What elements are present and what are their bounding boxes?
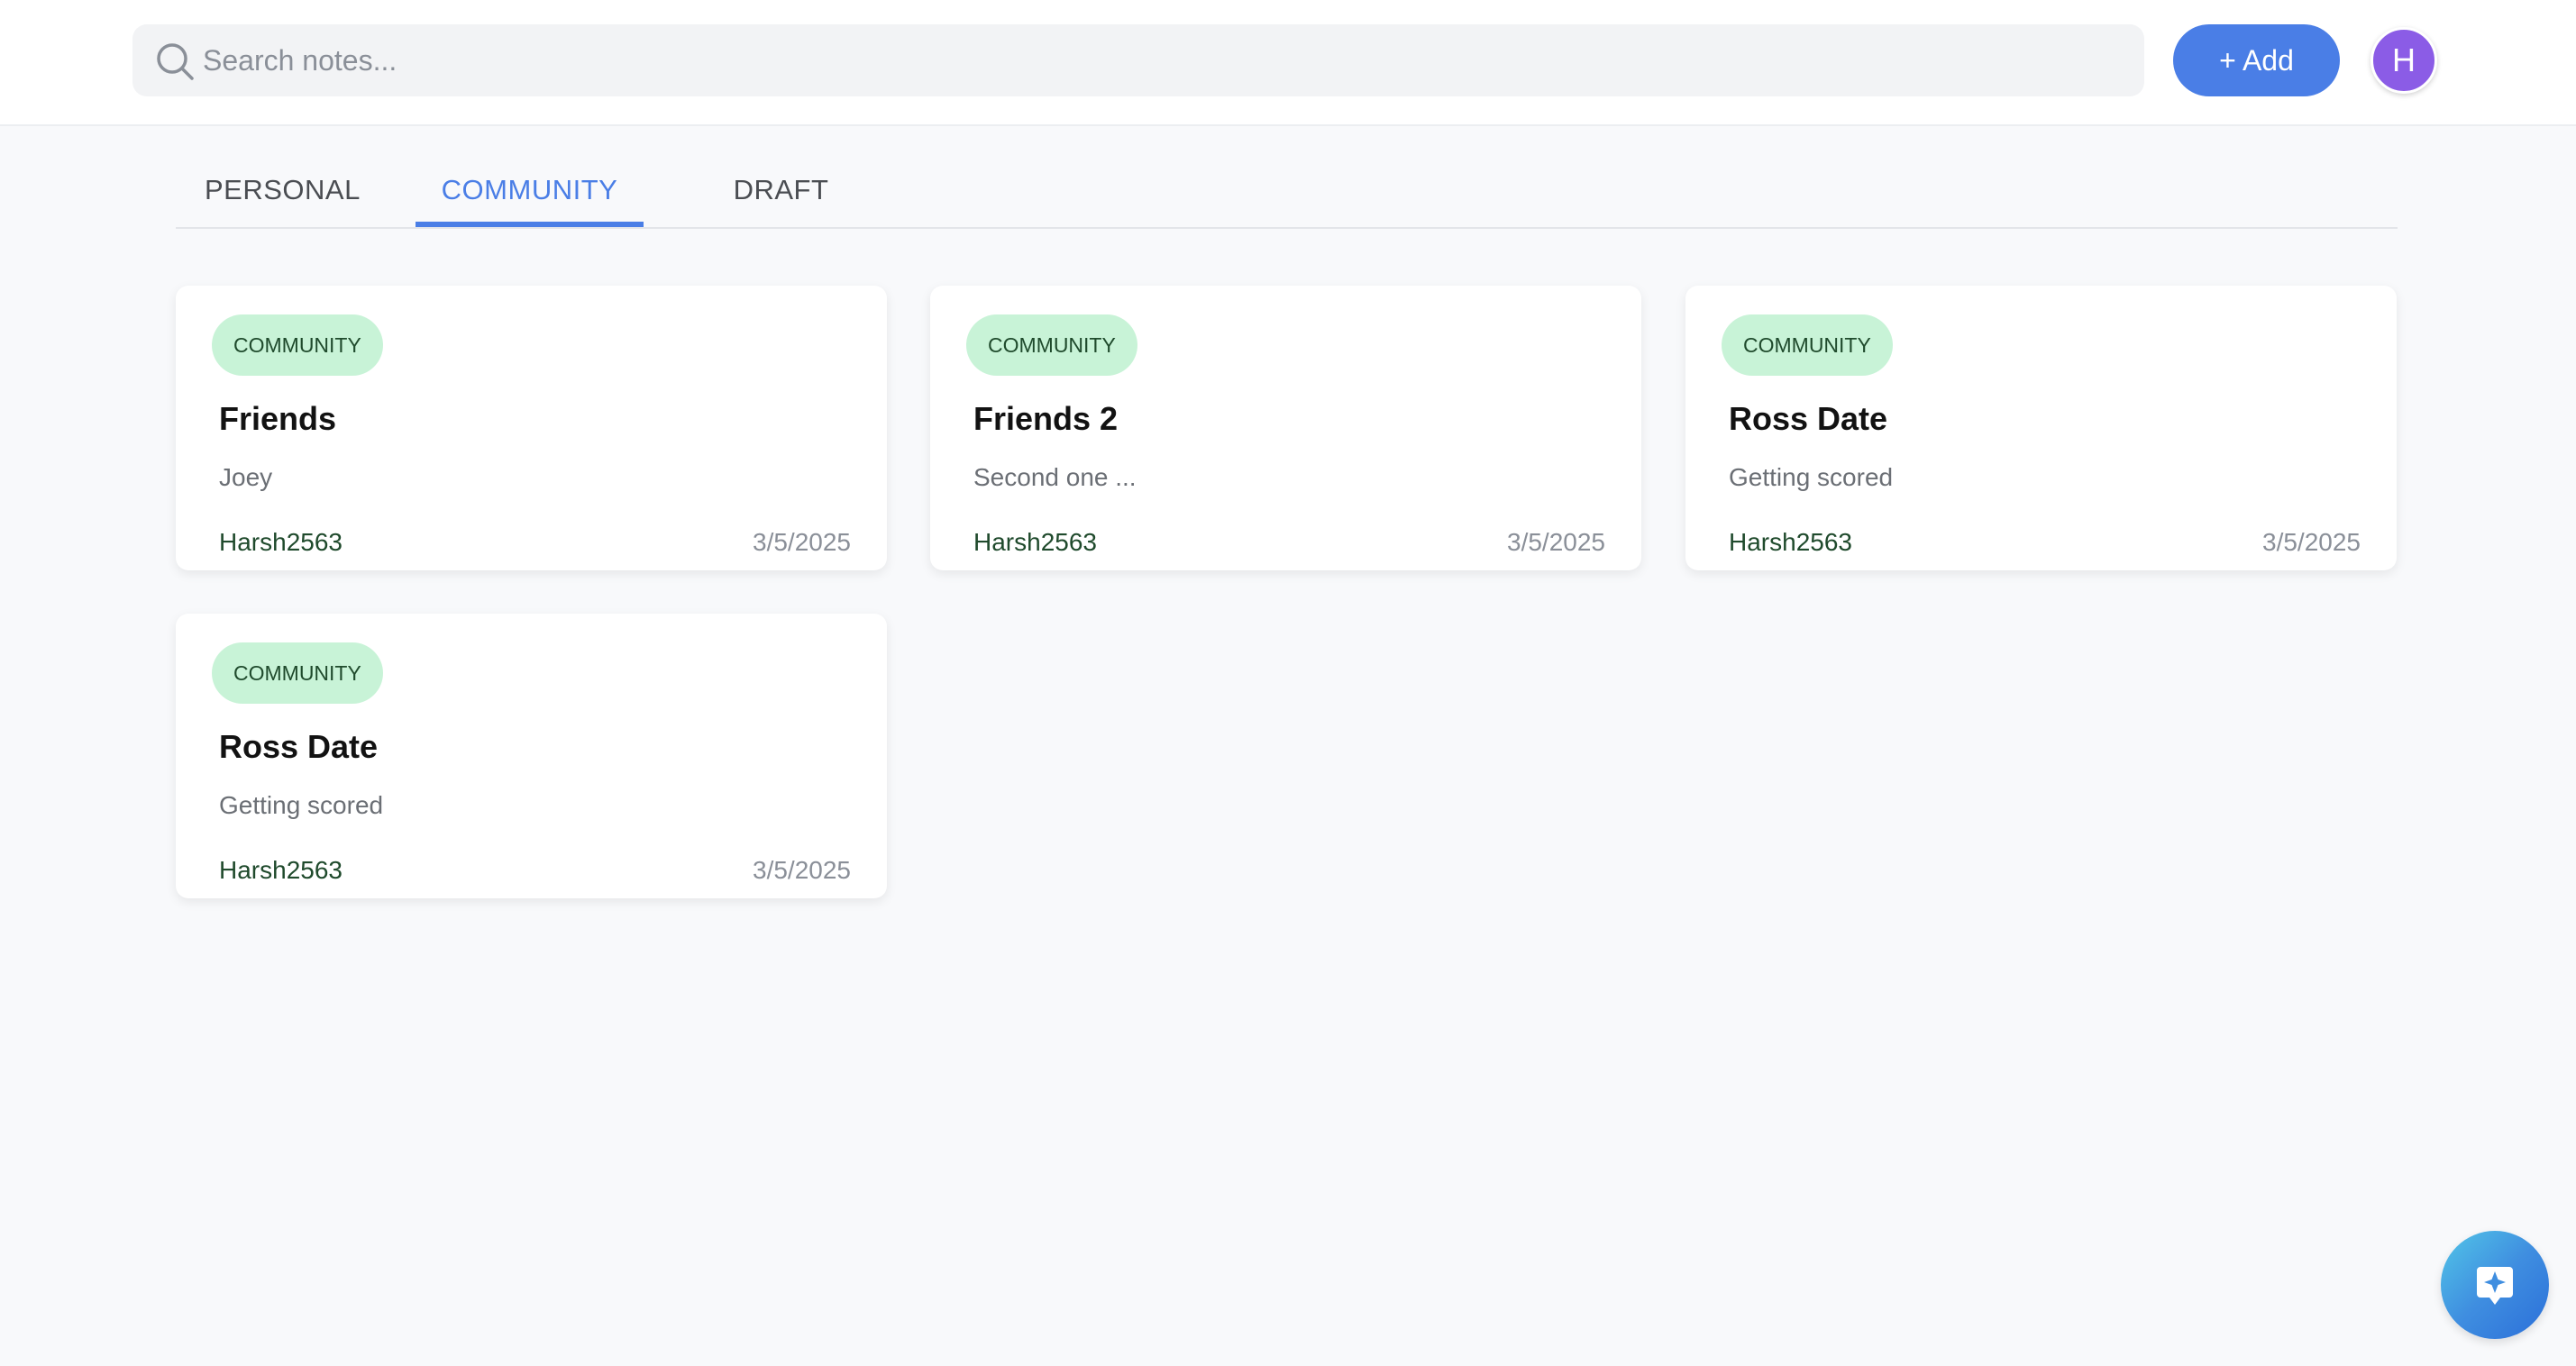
tab-draft[interactable]: DRAFT <box>713 174 849 227</box>
card-author: Harsh2563 <box>973 528 1097 556</box>
status-badge: COMMUNITY <box>1722 314 1893 376</box>
card-author: Harsh2563 <box>219 856 343 884</box>
card-title: Ross Date <box>1729 400 1888 437</box>
note-card[interactable]: COMMUNITY Friends Joey Harsh2563 3/5/202… <box>176 286 887 570</box>
card-title: Friends 2 <box>973 400 1119 437</box>
card-description: Joey <box>219 463 273 491</box>
search-icon <box>157 43 194 80</box>
tab-personal[interactable]: PERSONAL <box>205 174 360 227</box>
note-card[interactable]: COMMUNITY Ross Date Getting scored Harsh… <box>176 614 887 898</box>
add-note-button[interactable]: + Add <box>2173 24 2340 96</box>
note-card[interactable]: COMMUNITY Ross Date Getting scored Harsh… <box>1685 286 2397 570</box>
status-badge: COMMUNITY <box>966 314 1137 376</box>
tab-community[interactable]: COMMUNITY <box>416 174 644 227</box>
tab-bar: PERSONAL COMMUNITY DRAFT <box>176 158 2398 229</box>
card-description: Getting scored <box>1729 463 1894 491</box>
card-description: Getting scored <box>219 791 384 819</box>
ai-assistant-button[interactable] <box>2441 1231 2549 1339</box>
avatar[interactable]: H <box>2370 27 2437 94</box>
ai-sparkle-icon <box>2477 1267 2513 1305</box>
card-date: 3/5/2025 <box>753 856 851 884</box>
note-card[interactable]: COMMUNITY Friends 2 Second one ... Harsh… <box>930 286 1641 570</box>
search-bar[interactable] <box>132 24 2144 96</box>
top-header: + Add H <box>0 0 2576 126</box>
status-badge: COMMUNITY <box>212 314 383 376</box>
card-author: Harsh2563 <box>1729 528 1852 556</box>
card-date: 3/5/2025 <box>753 528 851 556</box>
card-title: Ross Date <box>219 728 379 765</box>
card-author: Harsh2563 <box>219 528 343 556</box>
card-description: Second one ... <box>973 463 1137 491</box>
card-date: 3/5/2025 <box>1507 528 1605 556</box>
status-badge: COMMUNITY <box>212 642 383 704</box>
search-input[interactable] <box>203 24 2114 96</box>
card-date: 3/5/2025 <box>2262 528 2361 556</box>
card-title: Friends <box>219 400 337 437</box>
